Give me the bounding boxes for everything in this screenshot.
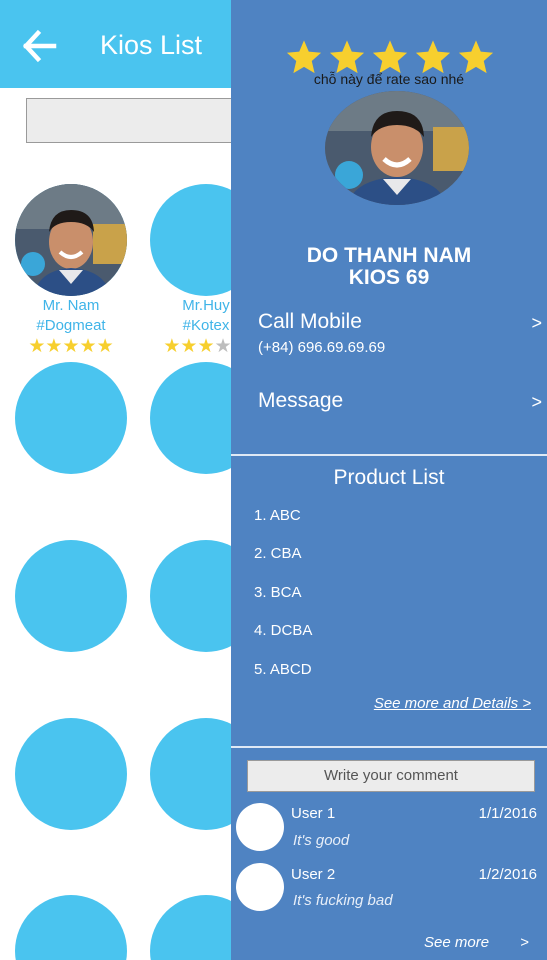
arrow-left-icon[interactable] xyxy=(22,28,58,64)
avatar xyxy=(236,863,284,911)
star-icon: ★ xyxy=(45,336,63,357)
star-icon: ★ xyxy=(96,336,114,357)
product-item[interactable]: 1. ABC xyxy=(254,507,301,524)
star-empty-icon: ★ xyxy=(214,336,232,357)
page-title: Kios List xyxy=(100,30,203,60)
see-more-details-link[interactable]: See more and Details > xyxy=(374,695,531,712)
call-mobile-button[interactable]: Call Mobile (+84) 696.69.69.69 > xyxy=(258,309,542,356)
star-icon: ★ xyxy=(180,336,198,357)
comment-user: User 1 xyxy=(291,805,336,822)
kios-name: Mr. Nam xyxy=(42,297,100,314)
avatar-placeholder xyxy=(15,540,127,652)
kios-code: KIOS 69 xyxy=(348,266,430,289)
owner-name: DO THANH NAM xyxy=(306,244,472,267)
comment-text: It's good xyxy=(293,832,350,849)
product-item[interactable]: 3. BCA xyxy=(254,584,302,601)
kios-card[interactable] xyxy=(15,718,127,830)
kios-card[interactable] xyxy=(15,362,127,474)
star-icon: ★ xyxy=(163,336,181,357)
product-list-title: Product List xyxy=(333,466,445,489)
kios-detail-panel: chỗ này để rate sao nhé DO THANH NAM KIO… xyxy=(231,0,547,960)
comment-input[interactable]: Write your comment xyxy=(247,760,535,792)
avatar-placeholder xyxy=(15,362,127,474)
star-icon: ★ xyxy=(197,336,215,357)
kios-card[interactable] xyxy=(15,540,127,652)
divider xyxy=(231,454,547,456)
chevron-right-icon: > xyxy=(531,392,542,412)
divider xyxy=(231,746,547,748)
avatar-placeholder xyxy=(15,718,127,830)
product-item[interactable]: 4. DCBA xyxy=(254,622,312,639)
call-mobile-label: Call Mobile xyxy=(258,310,362,333)
see-more-comments-link[interactable]: See more xyxy=(424,934,489,951)
comment-date: 1/1/2016 xyxy=(478,805,537,822)
product-item[interactable]: 2. CBA xyxy=(254,545,302,562)
kios-card[interactable] xyxy=(15,895,127,960)
product-item[interactable]: 5. ABCD xyxy=(254,661,312,678)
star-icon: ★ xyxy=(62,336,80,357)
star-rating: ★★★★★ xyxy=(15,336,127,358)
message-label: Message xyxy=(258,389,344,412)
kios-tag: #Dogmeat xyxy=(36,317,106,334)
phone-number: (+84) 696.69.69.69 xyxy=(258,339,386,356)
star-icon: ★ xyxy=(28,336,46,357)
chevron-right-icon[interactable]: > xyxy=(520,934,529,951)
star-icon: ★ xyxy=(79,336,97,357)
rating-note: chỗ này để rate sao nhé xyxy=(313,71,465,87)
chevron-right-icon: > xyxy=(531,313,542,333)
avatar xyxy=(236,803,284,851)
message-button[interactable]: Message > xyxy=(258,388,542,414)
comment-user: User 2 xyxy=(291,866,336,883)
comment-text: It's fucking bad xyxy=(293,892,393,909)
avatar-placeholder xyxy=(15,895,127,960)
comment-date: 1/2/2016 xyxy=(478,866,537,883)
kios-card[interactable]: Mr. Nam #Dogmeat ★★★★★ xyxy=(15,184,127,358)
avatar xyxy=(325,91,469,205)
avatar xyxy=(15,184,127,296)
